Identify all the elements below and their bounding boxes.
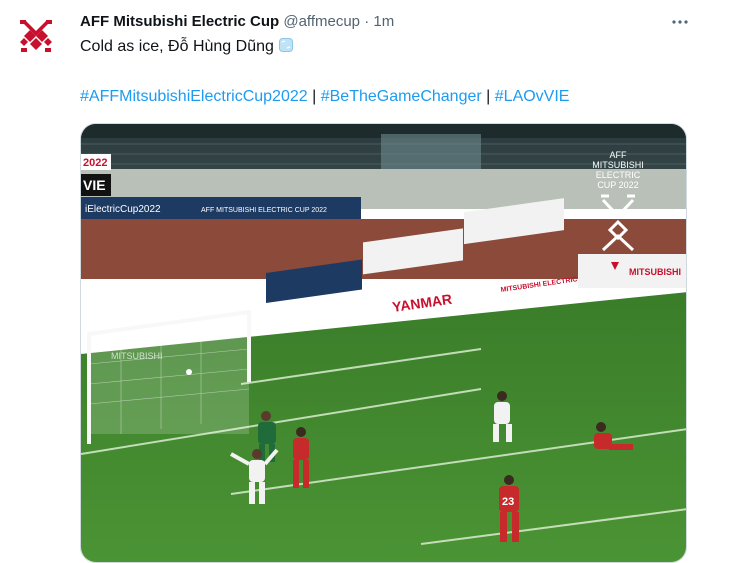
timestamp[interactable]: 1m (373, 13, 394, 30)
watermark-line3: ELECTRIC (596, 170, 641, 180)
tweet[interactable]: AFF Mitsubishi Electric Cup @affmecup · … (0, 0, 734, 563)
watermark-line4: CUP 2022 (597, 180, 638, 190)
aff-logo-icon (20, 20, 52, 52)
hashtag-separator: | (312, 88, 317, 105)
corner-graphic-team: VIE (83, 177, 106, 193)
avatar[interactable] (12, 12, 60, 60)
more-dots-icon[interactable] (668, 10, 692, 34)
hashtag-link-gamechanger[interactable]: #BeTheGameChanger (321, 88, 482, 105)
stand-section (381, 134, 481, 174)
hashtags: #AFFMitsubishiElectricCup2022 | #BeTheGa… (80, 86, 694, 108)
watermark-line2: MITSUBISHI (592, 160, 644, 170)
ball (186, 369, 192, 375)
ice-cube-emoji (278, 37, 294, 53)
goal: MITSUBISHI (87, 309, 251, 444)
watermark-line1: AFF (610, 150, 628, 160)
tweet-text-content: Cold as ice, Đỗ Hùng Dũng (80, 38, 274, 55)
tweet-text: Cold as ice, Đỗ Hùng Dũng (80, 36, 694, 58)
back-banner-left-text: iElectricCup2022 (85, 204, 161, 215)
goal-net-text: MITSUBISHI (111, 351, 163, 361)
display-name[interactable]: AFF Mitsubishi Electric Cup (80, 13, 279, 30)
hashtag-link-match[interactable]: #LAOvVIE (495, 88, 570, 105)
media-image[interactable]: iElectricCup2022 AFF MITSUBISHI ELECTRIC… (80, 123, 687, 563)
back-banner-right-text: AFF MITSUBISHI ELECTRIC CUP 2022 (201, 207, 327, 214)
player-number: 23 (502, 496, 514, 508)
football-match-frame: iElectricCup2022 AFF MITSUBISHI ELECTRIC… (81, 124, 686, 562)
corner-graphic-year: 2022 (83, 157, 107, 169)
separator-dot: · (364, 13, 370, 30)
hashtag-separator: | (486, 88, 491, 105)
hashtag-link-aff[interactable]: #AFFMitsubishiElectricCup2022 (80, 88, 308, 105)
tweet-header: AFF Mitsubishi Electric Cup @affmecup · … (80, 12, 674, 32)
user-handle[interactable]: @affmecup (283, 13, 360, 30)
ad-board-mitsubishi-2-text: MITSUBISHI (629, 267, 681, 277)
ad-board-yanmar-text: YANMAR (391, 291, 453, 315)
